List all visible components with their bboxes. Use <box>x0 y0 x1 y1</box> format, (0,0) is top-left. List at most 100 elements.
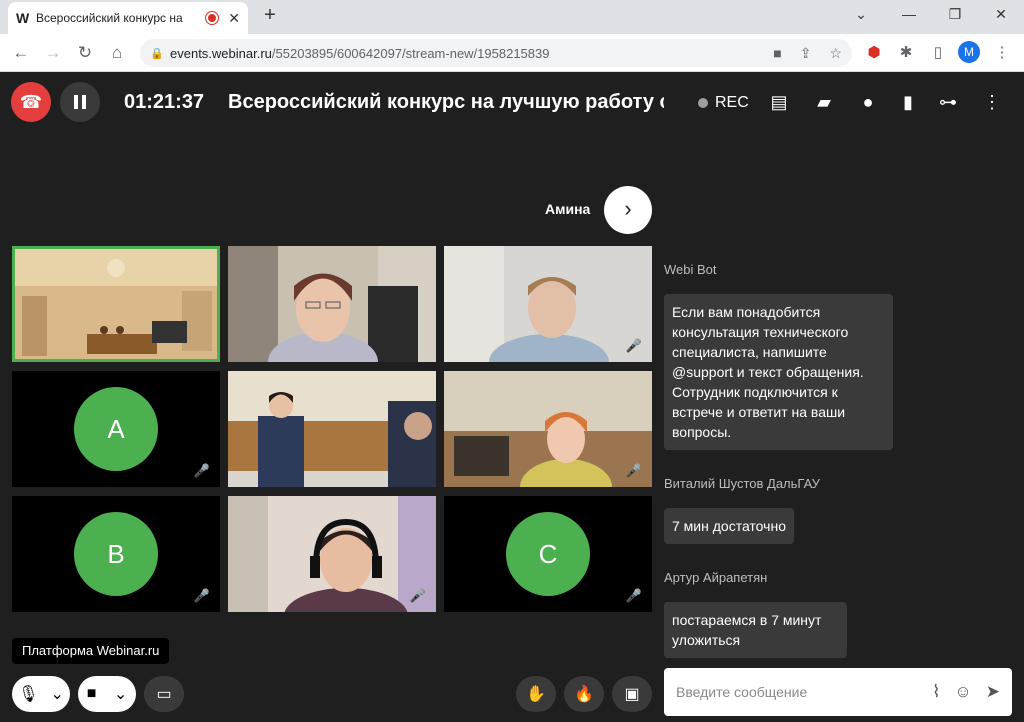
chat-message-author: Webi Bot <box>664 262 717 277</box>
mic-off-icon: 🎤 <box>625 463 642 478</box>
layout-button[interactable]: ▣ <box>612 676 652 712</box>
participant-avatar: A <box>74 387 158 471</box>
video-feed-blurred-man <box>444 246 652 362</box>
send-icon[interactable]: ➤ <box>986 682 1000 702</box>
chat-message-line: 7 мин достаточно <box>672 518 786 534</box>
chevron-down-icon[interactable]: ⌄ <box>114 684 127 704</box>
video-tile[interactable]: B 🎤 <box>12 496 220 612</box>
chevron-right-icon: › <box>624 196 632 221</box>
chat-message-line: специалиста, напишите <box>672 344 827 360</box>
tab-search-icon[interactable]: ⌄ <box>846 6 876 23</box>
browser-menu-icon[interactable]: ⋮ <box>992 43 1012 61</box>
back-icon[interactable]: ← <box>10 42 32 64</box>
recording-indicator-icon <box>206 12 219 24</box>
phone-hangup-icon: ☎ <box>19 92 43 112</box>
platform-label: Платформа Webinar.ru <box>12 638 170 664</box>
active-speaker-name: Амина <box>545 201 591 217</box>
camera-permission-icon[interactable]: ■ <box>773 45 781 62</box>
webinar-topbar: ☎ 01:21:37 Всероссийский конкурс на лучш… <box>0 72 1024 134</box>
document-icon[interactable]: ▮ <box>896 90 920 114</box>
video-tile[interactable]: 🎤 <box>444 246 652 362</box>
rec-indicator[interactable]: REC <box>698 94 749 112</box>
forward-icon[interactable]: → <box>42 42 64 64</box>
close-window-button[interactable]: ✕ <box>986 6 1016 23</box>
picture-in-picture-icon: ▣ <box>624 686 640 703</box>
rec-label: REC <box>715 94 749 111</box>
reload-icon[interactable]: ↻ <box>74 42 96 64</box>
mic-off-icon: 🎤 <box>625 338 642 353</box>
paperclip-icon[interactable]: ⌇ <box>932 682 940 702</box>
microphone-icon: 🎙 <box>18 686 39 703</box>
participant-avatar: B <box>74 512 158 596</box>
chat-message-line: Сотрудник подключится к <box>672 384 838 400</box>
chat-message-line: вопросы. <box>672 424 732 440</box>
profile-avatar[interactable]: M <box>958 41 980 63</box>
participant-avatar: C <box>506 512 590 596</box>
reactions-button[interactable]: 🔥 <box>564 676 604 712</box>
chat-message-bubble: 7 мин достаточно <box>664 508 794 544</box>
participants-icon[interactable]: ● <box>856 90 880 114</box>
video-tile[interactable] <box>228 246 436 362</box>
raise-hand-button[interactable]: ✋ <box>516 676 556 712</box>
chevron-down-icon[interactable]: ⌄ <box>51 684 64 704</box>
flame-icon: 🔥 <box>574 686 594 703</box>
video-tile[interactable] <box>12 246 220 362</box>
url-path: /55203895/600642097/stream-new/195821583… <box>271 45 550 61</box>
address-bar[interactable]: 🔒 events.webinar.ru/55203895/600642097/s… <box>140 39 852 67</box>
chat-message-line: Если вам понадобится <box>672 304 821 320</box>
new-tab-button[interactable]: + <box>258 4 282 27</box>
hangup-button[interactable]: ☎ <box>11 82 51 122</box>
next-speaker-button[interactable]: › <box>604 186 652 234</box>
screen-share-button[interactable]: ▭ <box>144 676 184 712</box>
rec-dot-icon <box>698 98 708 108</box>
video-feed-hall <box>12 246 220 362</box>
chat-message-line: уложиться <box>672 632 741 648</box>
chat-message-input[interactable] <box>676 684 919 700</box>
extensions-puzzle-icon[interactable]: ✱ <box>896 43 916 61</box>
close-tab-icon[interactable]: ✕ <box>228 10 240 27</box>
chat-message-author: Виталий Шустов ДальГАУ <box>664 476 820 491</box>
side-panel-icon[interactable]: ▯ <box>928 43 948 61</box>
chat-icon[interactable]: ▰ <box>812 90 836 114</box>
tab-title: Всероссийский конкурс на <box>36 11 183 25</box>
mic-off-icon: 🎤 <box>193 463 210 478</box>
link-icon[interactable]: ⊶ <box>936 90 960 114</box>
chat-message-author: Артур Айрапетян <box>664 570 768 585</box>
video-tile[interactable]: 🎤 <box>444 371 652 487</box>
home-icon[interactable]: ⌂ <box>106 42 128 64</box>
video-tile[interactable]: C 🎤 <box>444 496 652 612</box>
microphone-control[interactable]: 🎙 ⌄ <box>12 676 70 712</box>
chat-message-bubble: постараемся в 7 минут уложиться <box>664 602 847 658</box>
hand-icon: ✋ <box>526 686 546 703</box>
emoji-icon[interactable]: ☺ <box>954 682 971 702</box>
video-tile[interactable] <box>228 371 436 487</box>
video-tile[interactable]: A 🎤 <box>12 371 220 487</box>
bookmark-star-icon[interactable]: ☆ <box>829 45 842 62</box>
minimize-button[interactable]: — <box>894 6 924 22</box>
browser-toolbar: ← → ↻ ⌂ 🔒 events.webinar.ru/55203895/600… <box>0 34 1024 72</box>
url-host: events.webinar.ru <box>170 45 272 61</box>
video-feed-office-standing <box>228 371 436 487</box>
video-feed-man-headphones <box>228 496 436 612</box>
monitor-icon: ▭ <box>156 686 172 703</box>
video-feed-woman-glasses <box>228 246 436 362</box>
mic-off-icon: 🎤 <box>625 588 642 603</box>
webinar-favicon-icon: W <box>16 10 30 26</box>
agenda-icon[interactable]: ▤ <box>767 90 791 114</box>
camera-control[interactable]: ■ ⌄ <box>78 676 136 712</box>
more-menu-icon[interactable]: ⋮ <box>980 90 1004 114</box>
lock-icon: 🔒 <box>150 47 164 60</box>
chat-message-line: встрече и ответит на ваши <box>672 404 846 420</box>
camera-icon: ■ <box>86 685 97 702</box>
video-tile[interactable]: 🎤 <box>228 496 436 612</box>
share-icon[interactable]: ⇪ <box>800 45 812 62</box>
event-title: Всероссийский конкурс на лучшую работу с… <box>228 91 664 113</box>
chat-message-line: консультация технического <box>672 324 849 340</box>
restore-button[interactable]: ❐ <box>940 6 970 23</box>
chat-composer: ⌇ ☺ ➤ <box>664 668 1012 716</box>
mic-off-icon: 🎤 <box>409 588 426 603</box>
browser-tab[interactable]: W Всероссийский конкурс на ✕ <box>8 2 248 34</box>
pause-button[interactable] <box>60 82 100 122</box>
adblock-extension-icon[interactable]: ⬢ <box>864 43 884 61</box>
video-feed-woman-yellow <box>444 371 652 487</box>
